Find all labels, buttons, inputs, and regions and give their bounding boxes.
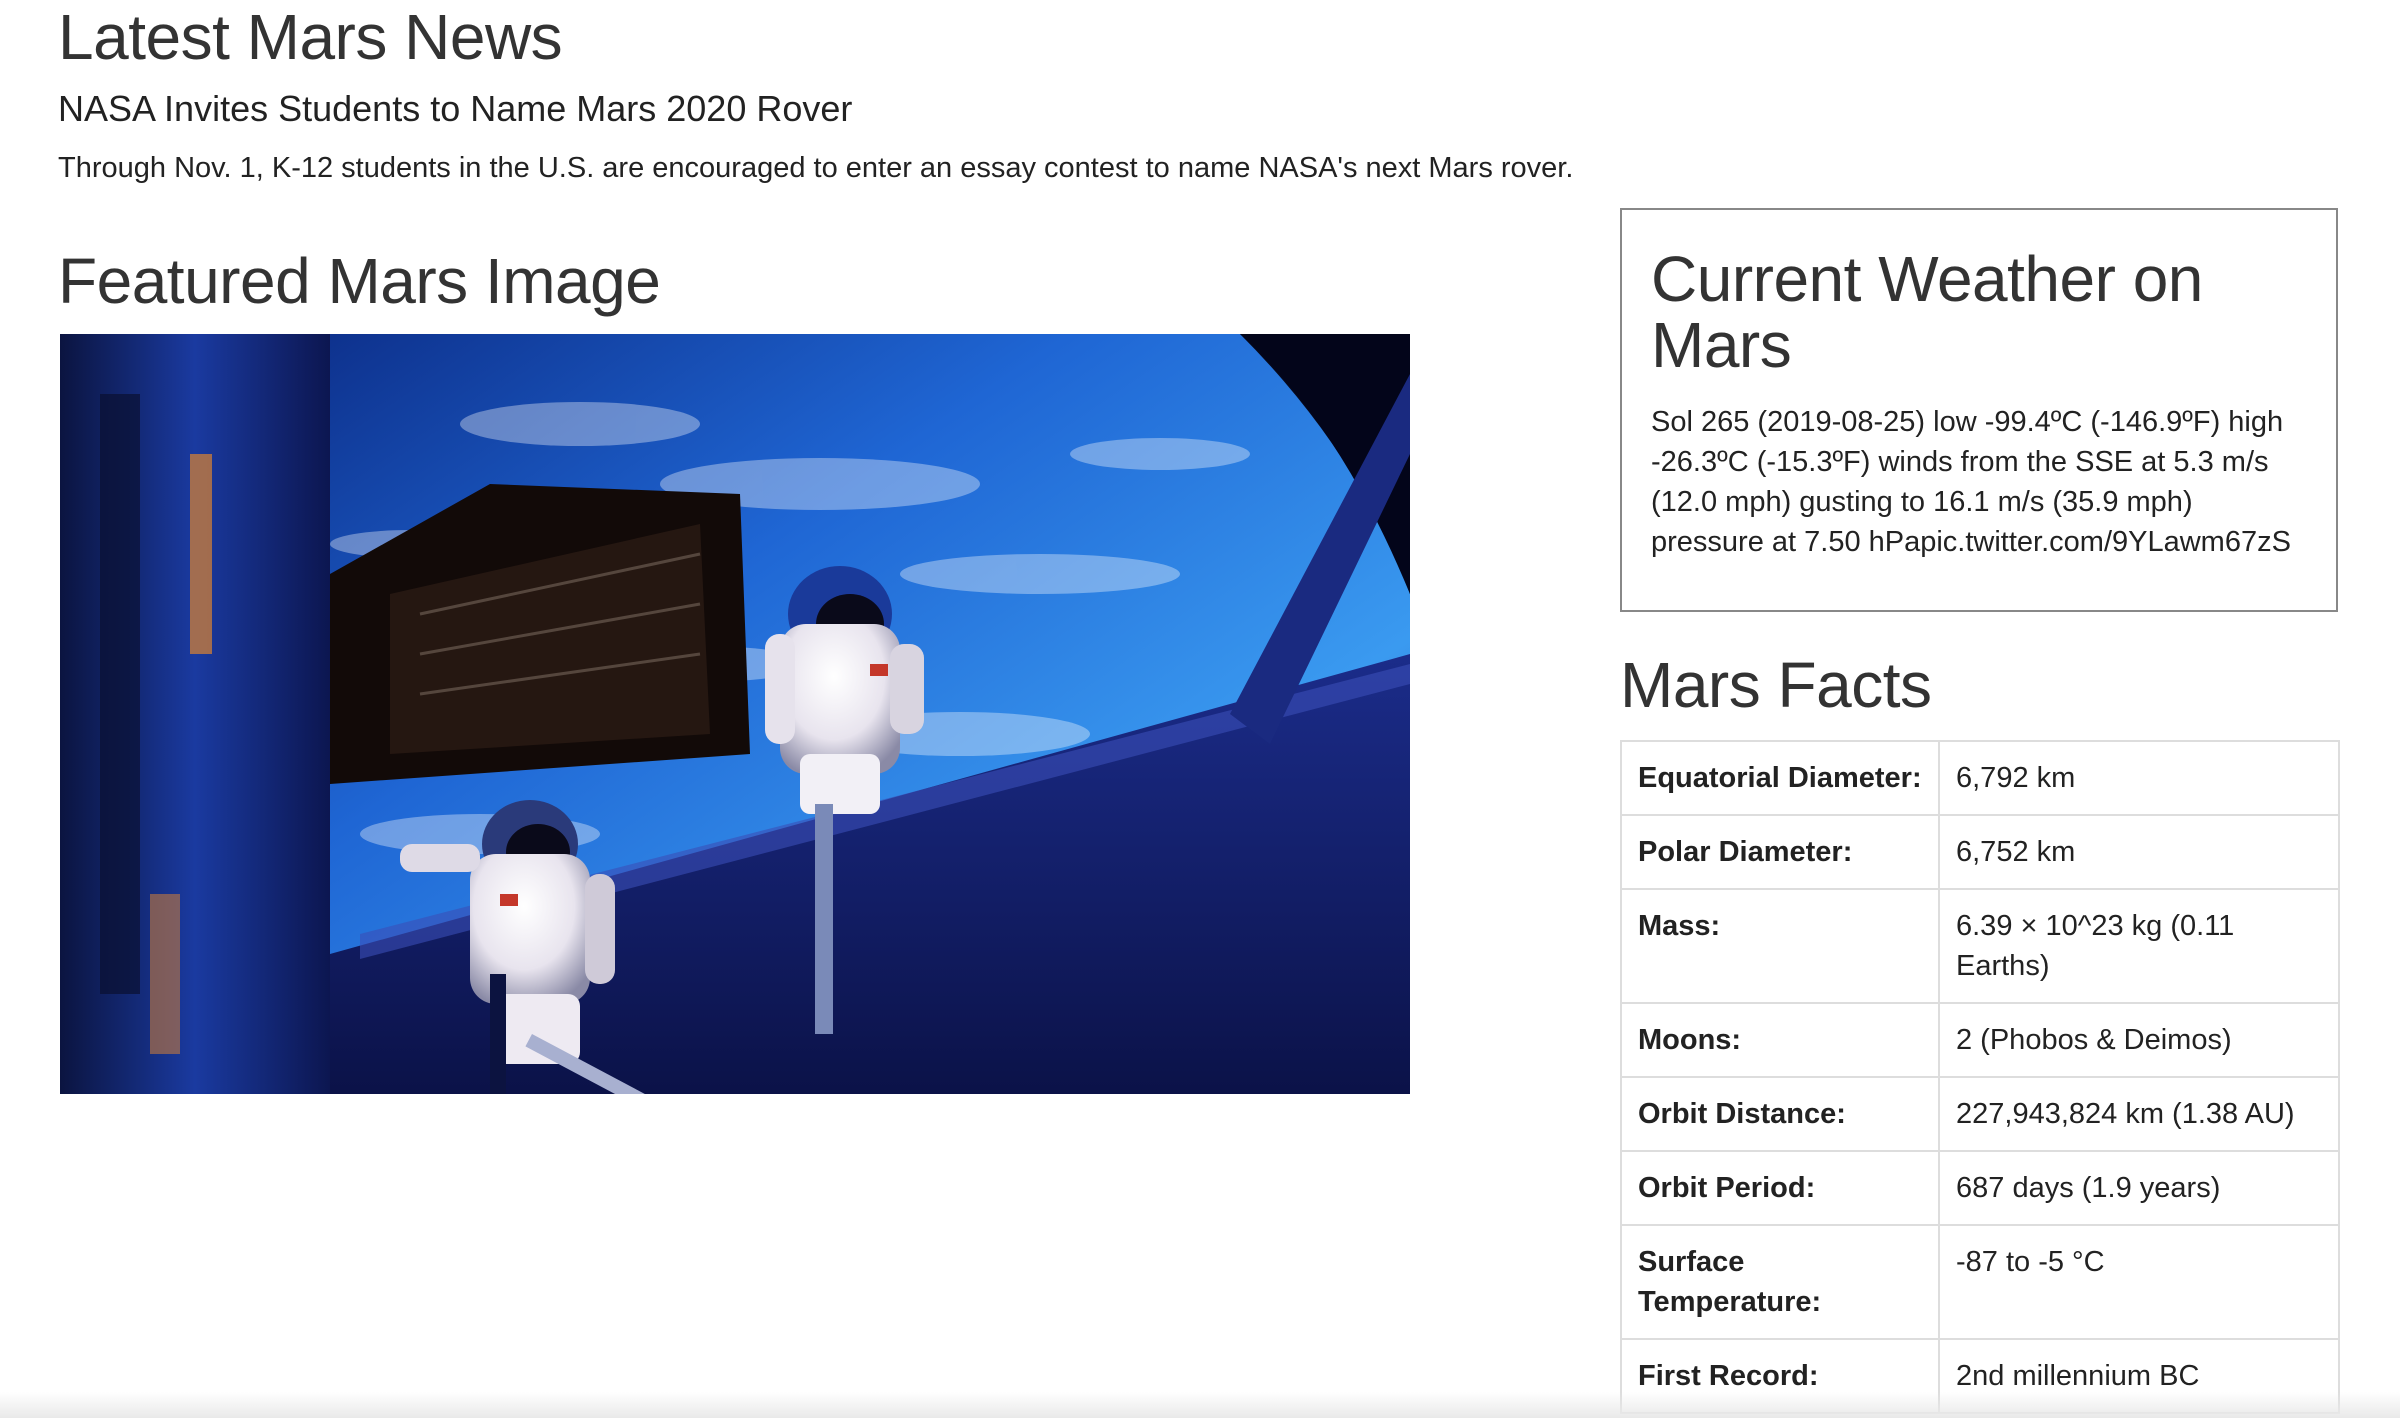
fact-value: -87 to -5 °C [1938,1224,2340,1340]
fact-label: Mass: [1620,888,1940,1004]
news-teaser: Through Nov. 1, K-12 students in the U.S… [58,152,1574,184]
fact-value: 687 days (1.9 years) [1938,1150,2340,1226]
news-headline[interactable]: NASA Invites Students to Name Mars 2020 … [58,88,852,130]
table-row: Orbit Period: 687 days (1.9 years) [1620,1150,2340,1226]
table-row: Polar Diameter: 6,752 km [1620,814,2340,890]
mars-facts-title: Mars Facts [1620,649,1932,721]
table-row: Surface Temperature: -87 to -5 °C [1620,1224,2340,1340]
fact-label: Equatorial Diameter: [1620,740,1940,816]
news-section-title: Latest Mars News [58,1,563,73]
fact-label: Polar Diameter: [1620,814,1940,890]
mars-facts-table: Equatorial Diameter: 6,792 km Polar Diam… [1620,740,2340,1414]
fact-value: 2 (Phobos & Deimos) [1938,1002,2340,1078]
page: Latest Mars News NASA Invites Students t… [0,0,2400,1418]
fact-label: Orbit Period: [1620,1150,1940,1226]
fact-value: 227,943,824 km (1.38 AU) [1938,1076,2340,1152]
fact-label: Orbit Distance: [1620,1076,1940,1152]
bottom-scroll-fade [0,1392,2400,1418]
weather-title: Current Weather on Mars [1651,243,2203,381]
weather-report-text: Sol 265 (2019-08-25) low -99.4ºC (-146.9… [1651,406,2291,558]
mars-weather-panel: Current Weather on Mars Sol 265 (2019-08… [1620,208,2338,612]
table-row: Equatorial Diameter: 6,792 km [1620,740,2340,816]
table-row: Mass: 6.39 × 10^23 kg (0.11 Earths) [1620,888,2340,1004]
fact-value: 6,752 km [1938,814,2340,890]
fact-value: 6.39 × 10^23 kg (0.11 Earths) [1938,888,2340,1004]
fact-label: Surface Temperature: [1620,1224,1940,1340]
table-row: Moons: 2 (Phobos & Deimos) [1620,1002,2340,1078]
featured-mars-image[interactable] [60,334,1410,1094]
featured-image-title: Featured Mars Image [58,245,661,317]
table-row: Orbit Distance: 227,943,824 km (1.38 AU) [1620,1076,2340,1152]
astronauts-spacewalk-image [60,334,1410,1094]
fact-value: 6,792 km [1938,740,2340,816]
fact-label: Moons: [1620,1002,1940,1078]
